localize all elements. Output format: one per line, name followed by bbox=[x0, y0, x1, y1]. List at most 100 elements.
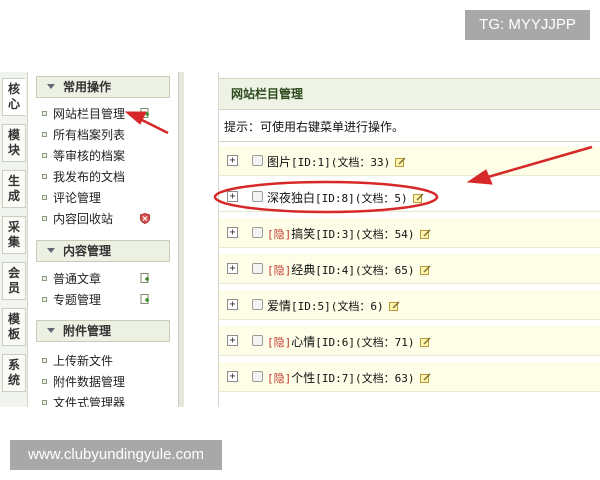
watermark-bottom: www.clubyundingyule.com bbox=[10, 440, 222, 470]
table-row[interactable]: + 深夜独白[ID:8](文档：5) bbox=[219, 182, 600, 212]
bullet-icon bbox=[42, 297, 47, 302]
edit-note-icon[interactable] bbox=[419, 229, 431, 239]
menu-group-attachments[interactable]: 附件管理 bbox=[36, 320, 170, 342]
row-label: [隐]个性[ID:7](文档：63) bbox=[267, 369, 431, 386]
tab-generate[interactable]: 生成 bbox=[2, 170, 26, 208]
bullet-icon bbox=[42, 379, 47, 384]
edit-note-icon[interactable] bbox=[419, 265, 431, 275]
add-page-icon[interactable] bbox=[140, 294, 150, 305]
row-checkbox[interactable] bbox=[252, 299, 263, 310]
expand-icon[interactable]: + bbox=[227, 371, 238, 382]
chevron-down-icon bbox=[47, 84, 55, 89]
menu-item-topics[interactable]: 专题管理 bbox=[42, 291, 101, 309]
tab-core[interactable]: 核心 bbox=[2, 78, 26, 116]
menu-item-label: 等审核的档案 bbox=[53, 149, 126, 163]
bullet-icon bbox=[42, 153, 47, 158]
bullet-icon bbox=[42, 400, 47, 405]
menu-group-common[interactable]: 常用操作 bbox=[36, 76, 170, 98]
expand-icon[interactable]: + bbox=[227, 191, 238, 202]
tab-member[interactable]: 会员 bbox=[2, 262, 26, 300]
expand-icon[interactable]: + bbox=[227, 299, 238, 310]
menu-item-comments[interactable]: 评论管理 bbox=[42, 189, 101, 207]
tab-system[interactable]: 系统 bbox=[2, 354, 26, 392]
sidebar-menu: 常用操作 网站栏目管理 所有档案列表 等审核的档案 我发布的文档 评论管理 内容… bbox=[30, 72, 178, 407]
expand-icon[interactable]: + bbox=[227, 335, 238, 346]
table-row[interactable]: + [隐]搞笑[ID:3](文档：54) bbox=[219, 218, 600, 248]
row-checkbox[interactable] bbox=[252, 371, 263, 382]
shield-delete-icon[interactable] bbox=[140, 213, 150, 224]
menu-item-recycle-bin[interactable]: 内容回收站 bbox=[42, 210, 113, 228]
menu-item-my-docs[interactable]: 我发布的文档 bbox=[42, 168, 125, 186]
menu-item-label: 附件数据管理 bbox=[53, 375, 126, 389]
category-meta: [ID:3](文档：54) bbox=[315, 228, 415, 241]
menu-item-attachment-data[interactable]: 附件数据管理 bbox=[42, 373, 125, 391]
table-row[interactable]: + [隐]经典[ID:4](文档：65) bbox=[219, 254, 600, 284]
menu-group-title: 内容管理 bbox=[63, 244, 112, 258]
menu-item-label: 所有档案列表 bbox=[53, 128, 126, 142]
bullet-icon bbox=[42, 132, 47, 137]
category-meta: [ID:5](文档：6) bbox=[291, 300, 384, 313]
category-name[interactable]: 深夜独白 bbox=[267, 191, 315, 205]
bullet-icon bbox=[42, 111, 47, 116]
expand-icon[interactable]: + bbox=[227, 155, 238, 166]
row-checkbox[interactable] bbox=[252, 191, 263, 202]
expand-icon[interactable]: + bbox=[227, 263, 238, 274]
menu-item-upload[interactable]: 上传新文件 bbox=[42, 352, 113, 370]
edit-note-icon[interactable] bbox=[419, 337, 431, 347]
menu-item-label: 网站栏目管理 bbox=[53, 107, 126, 121]
menu-item-all-archives[interactable]: 所有档案列表 bbox=[42, 126, 125, 144]
edit-note-icon[interactable] bbox=[412, 193, 424, 203]
bullet-icon bbox=[42, 276, 47, 281]
tab-module[interactable]: 模块 bbox=[2, 124, 26, 162]
bullet-icon bbox=[42, 195, 47, 200]
divider bbox=[219, 141, 600, 142]
tab-collect[interactable]: 采集 bbox=[2, 216, 26, 254]
menu-item-file-manager[interactable]: 文件式管理器 bbox=[42, 394, 125, 407]
expand-icon[interactable]: + bbox=[227, 227, 238, 238]
chevron-down-icon bbox=[47, 328, 55, 333]
category-name[interactable]: 个性 bbox=[291, 371, 315, 385]
row-label: [隐]经典[ID:4](文档：65) bbox=[267, 261, 431, 278]
row-checkbox[interactable] bbox=[252, 263, 263, 274]
category-meta: [ID:4](文档：65) bbox=[315, 264, 415, 277]
row-checkbox[interactable] bbox=[252, 227, 263, 238]
menu-item-pending-review[interactable]: 等审核的档案 bbox=[42, 147, 125, 165]
category-name[interactable]: 心情 bbox=[291, 335, 315, 349]
table-row[interactable]: + [隐]心情[ID:6](文档：71) bbox=[219, 326, 600, 356]
hidden-tag: [隐] bbox=[267, 228, 292, 241]
menu-group-content[interactable]: 内容管理 bbox=[36, 240, 170, 262]
menu-item-label: 文件式管理器 bbox=[53, 396, 126, 407]
menu-group-title: 附件管理 bbox=[63, 324, 112, 338]
hint-text: 提示：可使用右键菜单进行操作。 bbox=[224, 120, 405, 134]
category-name[interactable]: 图片 bbox=[267, 155, 291, 169]
add-page-icon[interactable] bbox=[140, 108, 150, 119]
menu-item-column-manage[interactable]: 网站栏目管理 bbox=[42, 105, 125, 123]
menu-group-title: 常用操作 bbox=[63, 80, 112, 94]
add-page-icon[interactable] bbox=[140, 273, 150, 284]
tab-template[interactable]: 模板 bbox=[2, 308, 26, 346]
row-label: [隐]心情[ID:6](文档：71) bbox=[267, 333, 431, 350]
bullet-icon bbox=[42, 174, 47, 179]
category-name[interactable]: 爱情 bbox=[267, 299, 291, 313]
category-name[interactable]: 搞笑 bbox=[291, 227, 315, 241]
menu-item-label: 普通文章 bbox=[53, 272, 102, 286]
category-meta: [ID:8](文档：5) bbox=[315, 192, 408, 205]
table-row[interactable]: + [隐]个性[ID:7](文档：63) bbox=[219, 362, 600, 392]
edit-note-icon[interactable] bbox=[388, 301, 400, 311]
table-row[interactable]: + 图片[ID:1](文档：33) bbox=[219, 146, 600, 176]
category-meta: [ID:6](文档：71) bbox=[315, 336, 415, 349]
page-title: 网站栏目管理 bbox=[219, 78, 600, 110]
category-meta: [ID:1](文档：33) bbox=[291, 156, 391, 169]
table-row[interactable]: + 爱情[ID:5](文档：6) bbox=[219, 290, 600, 320]
edit-note-icon[interactable] bbox=[395, 157, 406, 167]
row-checkbox[interactable] bbox=[252, 155, 263, 166]
hidden-tag: [隐] bbox=[267, 264, 292, 277]
menu-item-label: 评论管理 bbox=[53, 191, 102, 205]
edit-note-icon[interactable] bbox=[419, 373, 431, 383]
hidden-tag: [隐] bbox=[267, 372, 292, 385]
menu-item-label: 内容回收站 bbox=[53, 212, 114, 226]
menu-item-articles[interactable]: 普通文章 bbox=[42, 270, 101, 288]
category-name[interactable]: 经典 bbox=[291, 263, 315, 277]
row-checkbox[interactable] bbox=[252, 335, 263, 346]
sidebar-scrollbar[interactable] bbox=[178, 72, 184, 407]
